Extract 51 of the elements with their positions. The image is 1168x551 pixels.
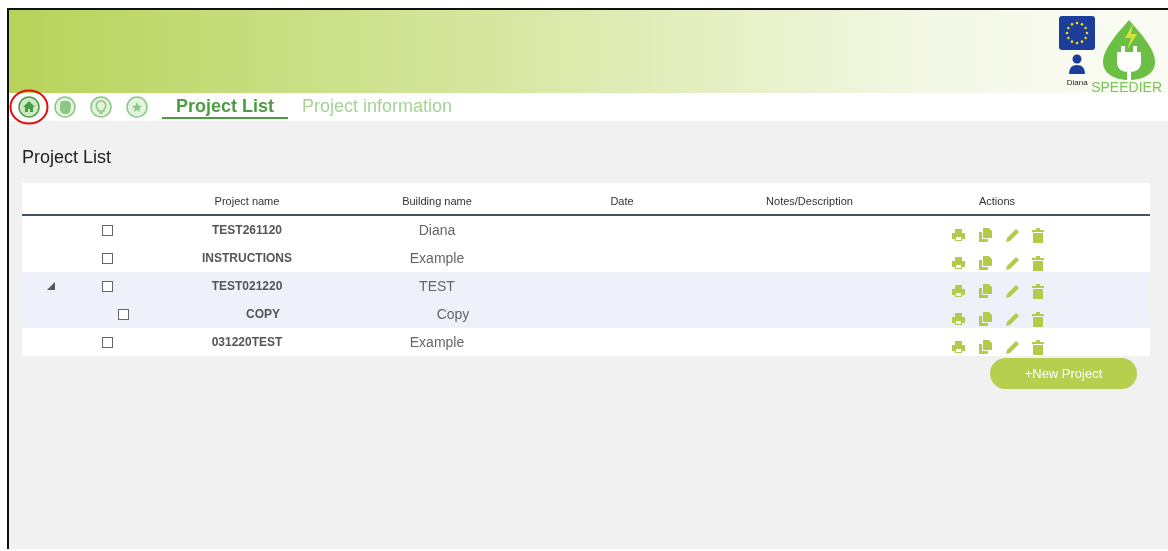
row-checkbox[interactable] xyxy=(101,336,113,348)
project-name: COPY xyxy=(245,307,281,321)
printer-icon[interactable] xyxy=(950,256,966,270)
pencil-icon[interactable] xyxy=(1004,311,1020,327)
trash-icon[interactable] xyxy=(1031,311,1044,327)
bulb-icon[interactable] xyxy=(90,96,112,118)
building-name: Example xyxy=(408,250,466,266)
trash-icon[interactable] xyxy=(1031,339,1044,355)
printer-icon[interactable] xyxy=(950,284,966,298)
home-icon[interactable] xyxy=(18,96,40,118)
pencil-icon[interactable] xyxy=(1004,339,1020,355)
row-checkbox[interactable] xyxy=(101,252,113,264)
column-header: Building name xyxy=(401,194,473,207)
building-name: TEST xyxy=(418,278,456,294)
column-header: Actions xyxy=(977,194,1017,207)
page-title: Project List xyxy=(22,146,113,169)
new-project-button[interactable]: +New Project xyxy=(990,358,1137,389)
building-name: Diana xyxy=(417,222,457,238)
printer-icon[interactable] xyxy=(950,312,966,326)
project-name: TEST261120 xyxy=(210,223,284,237)
user-name: Diana xyxy=(1066,78,1088,87)
column-header: Date xyxy=(609,194,635,207)
project-name: 031220TEST xyxy=(210,335,284,349)
printer-icon[interactable] xyxy=(950,340,966,354)
trash-icon[interactable] xyxy=(1031,227,1044,243)
column-header: Notes/Description xyxy=(765,194,854,207)
copy-icon[interactable] xyxy=(977,284,993,298)
copy-icon[interactable] xyxy=(977,228,993,242)
nav-tab[interactable]: Project List xyxy=(162,95,289,119)
nav-tab[interactable]: Project information xyxy=(302,95,453,119)
project-name: TEST021220 xyxy=(210,279,284,293)
flag-icon xyxy=(1059,16,1096,50)
building-name: Copy xyxy=(435,306,471,322)
copy-icon[interactable] xyxy=(977,312,993,326)
annotation-circle xyxy=(9,89,49,125)
collapse-triangle-icon[interactable] xyxy=(47,282,55,290)
row-checkbox[interactable] xyxy=(101,280,113,292)
row-checkbox[interactable] xyxy=(117,308,129,320)
copy-icon[interactable] xyxy=(977,256,993,270)
column-header: Project name xyxy=(213,194,281,207)
leaf-plug-icon xyxy=(1100,18,1157,80)
building-name: Example xyxy=(408,334,466,350)
trash-icon[interactable] xyxy=(1031,255,1044,271)
pencil-icon[interactable] xyxy=(1004,227,1020,243)
copy-icon[interactable] xyxy=(977,340,993,354)
trash-icon[interactable] xyxy=(1031,283,1044,299)
project-name: INSTRUCTIONS xyxy=(201,251,293,265)
user-icon xyxy=(1069,54,1086,74)
logo-text: SPEEDIER xyxy=(1091,80,1162,94)
row-checkbox[interactable] xyxy=(101,224,113,236)
printer-icon[interactable] xyxy=(950,228,966,242)
